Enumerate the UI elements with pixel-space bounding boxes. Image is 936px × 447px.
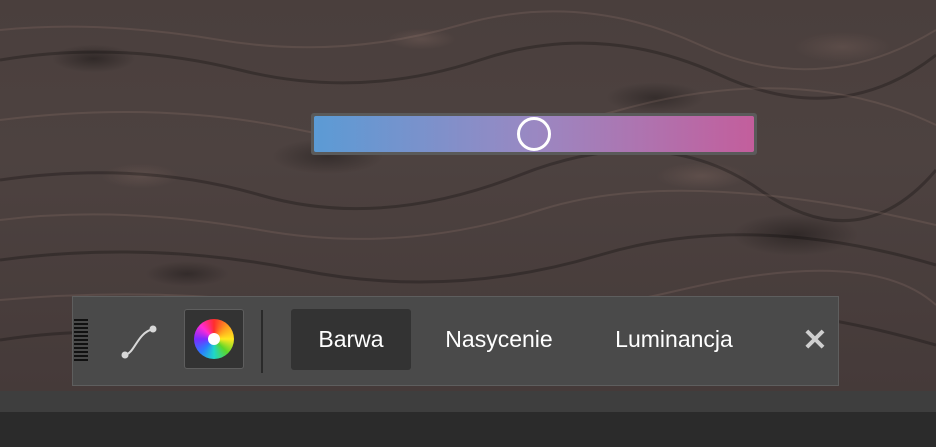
close-icon[interactable]: ✕ <box>802 326 828 356</box>
toolbar-divider <box>261 310 263 373</box>
hue-slider-thumb[interactable] <box>517 117 551 151</box>
color-wheel-button[interactable] <box>184 309 244 369</box>
tab-luminance[interactable]: Luminancja <box>599 309 749 370</box>
tab-saturation[interactable]: Nasycenie <box>429 309 569 370</box>
color-wheel-icon <box>194 319 234 359</box>
curve-icon <box>121 325 157 359</box>
bottom-strip <box>0 391 936 412</box>
hue-slider[interactable] <box>311 113 757 155</box>
hsl-toolbar: Barwa Nasycenie Luminancja ✕ <box>72 296 839 386</box>
tab-hue[interactable]: Barwa <box>291 309 411 370</box>
drag-grip-icon[interactable] <box>74 319 88 363</box>
bottom-bar <box>0 391 936 447</box>
curve-tool-button[interactable] <box>113 319 165 365</box>
